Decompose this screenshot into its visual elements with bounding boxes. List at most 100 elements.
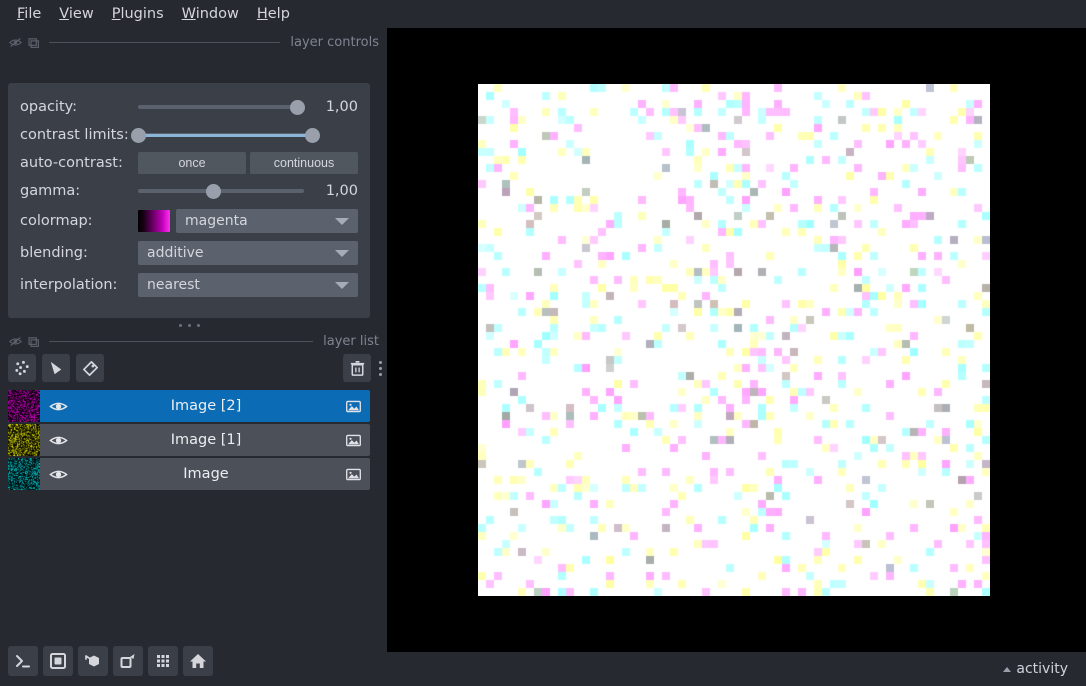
trash-icon bbox=[350, 360, 364, 376]
interpolation-label: interpolation: bbox=[20, 277, 118, 293]
image-icon bbox=[345, 400, 361, 412]
square-2d-icon bbox=[50, 653, 66, 669]
contrast-limits-high-handle[interactable] bbox=[305, 127, 320, 143]
colormap-row: colormap: magenta bbox=[20, 205, 358, 237]
dock-splitter-handle[interactable] bbox=[8, 319, 370, 331]
layer-thumbnail bbox=[8, 390, 40, 422]
layer-name: Image [1] bbox=[170, 432, 242, 448]
gamma-slider[interactable] bbox=[138, 181, 304, 201]
image-icon bbox=[345, 468, 361, 480]
colormap-label: colormap: bbox=[20, 213, 93, 229]
kebab-dot bbox=[378, 360, 382, 364]
eye-icon bbox=[48, 470, 68, 478]
layer-list-titlebar: layer list bbox=[0, 331, 387, 351]
viewer-canvas[interactable] bbox=[387, 28, 1086, 652]
auto-contrast-label: auto-contrast: bbox=[20, 155, 123, 171]
new-shapes-layer-button[interactable] bbox=[42, 354, 70, 382]
menu-bar: File View Plugins Window Help bbox=[0, 0, 1086, 28]
titlebar-rule bbox=[49, 41, 281, 43]
interpolation-combobox[interactable]: nearest bbox=[138, 273, 358, 297]
menu-file[interactable]: File bbox=[8, 4, 50, 24]
auto-contrast-once-button[interactable]: once bbox=[138, 152, 246, 174]
napari-main-window: File View Plugins Window Help layer cont… bbox=[0, 0, 1086, 686]
roll-cube-icon bbox=[85, 655, 99, 667]
menu-window[interactable]: Window bbox=[173, 4, 248, 24]
layer-visibility-toggle[interactable] bbox=[40, 431, 76, 450]
menu-help[interactable]: Help bbox=[248, 4, 299, 24]
image-layer-type-icon bbox=[336, 432, 370, 449]
image-layer-render[interactable] bbox=[478, 84, 990, 596]
layer-row[interactable]: Image bbox=[8, 458, 370, 490]
blending-value: additive bbox=[147, 245, 204, 261]
gamma-track bbox=[138, 189, 304, 193]
layer-list-title: layer list bbox=[323, 333, 379, 349]
opacity-handle[interactable] bbox=[290, 99, 306, 115]
opacity-track bbox=[138, 105, 304, 109]
roll-dims-button[interactable] bbox=[78, 646, 108, 676]
grid-icon bbox=[157, 655, 169, 667]
layer-name: Image [2] bbox=[170, 398, 242, 414]
layer-list-overflow-menu[interactable] bbox=[373, 354, 387, 382]
eye-icon bbox=[48, 436, 68, 444]
colormap-combobox[interactable]: magenta bbox=[176, 209, 358, 233]
menu-plugins[interactable]: Plugins bbox=[103, 4, 173, 24]
image-layer-type-icon bbox=[336, 466, 370, 483]
image-icon bbox=[345, 434, 361, 446]
contrast-limits-low-handle[interactable] bbox=[131, 127, 146, 143]
layer-row[interactable]: Image [1] bbox=[8, 424, 370, 456]
colormap-value: magenta bbox=[185, 213, 248, 229]
viewer-buttons bbox=[8, 646, 218, 676]
contrast-limits-slider[interactable] bbox=[131, 125, 320, 145]
opacity-label: opacity: bbox=[20, 99, 78, 115]
new-points-layer-button[interactable] bbox=[8, 354, 36, 382]
delete-layer-button[interactable] bbox=[343, 354, 371, 382]
gamma-handle[interactable] bbox=[205, 183, 221, 199]
float-dock-icon[interactable] bbox=[9, 335, 22, 348]
titlebar-rule bbox=[49, 340, 314, 342]
auto-contrast-row: auto-contrast: once continuous bbox=[20, 149, 358, 177]
home-button[interactable] bbox=[183, 646, 213, 676]
close-dock-icon[interactable] bbox=[27, 335, 40, 348]
colormap-swatch bbox=[138, 210, 170, 232]
splitter-dot bbox=[178, 323, 182, 327]
eye-icon bbox=[48, 402, 68, 410]
home-icon bbox=[190, 654, 206, 668]
console-button[interactable] bbox=[8, 646, 38, 676]
shapes-icon bbox=[50, 361, 61, 374]
contrast-limits-range bbox=[138, 133, 312, 137]
splitter-dot bbox=[196, 323, 200, 327]
layer-controls-title: layer controls bbox=[290, 34, 379, 50]
grid-view-button[interactable] bbox=[148, 646, 178, 676]
opacity-value: 1,00 bbox=[325, 99, 358, 115]
chevron-up-icon bbox=[1003, 666, 1012, 672]
blending-row: blending: additive bbox=[20, 237, 358, 269]
transpose-icon bbox=[120, 654, 135, 668]
kebab-dot bbox=[378, 372, 382, 376]
points-icon bbox=[14, 360, 29, 375]
auto-contrast-continuous-button[interactable]: continuous bbox=[250, 152, 358, 174]
gamma-row: gamma: 1,00 bbox=[20, 177, 358, 205]
ndisplay-button[interactable] bbox=[43, 646, 73, 676]
gamma-value: 1,00 bbox=[325, 183, 358, 199]
labels-icon bbox=[82, 360, 98, 376]
transpose-dims-button[interactable] bbox=[113, 646, 143, 676]
layer-row[interactable]: Image [2] bbox=[8, 390, 370, 422]
blending-combobox[interactable]: additive bbox=[138, 241, 358, 265]
close-dock-icon[interactable] bbox=[27, 36, 40, 49]
layer-thumbnail bbox=[8, 458, 40, 490]
menu-view[interactable]: View bbox=[50, 4, 102, 24]
kebab-dot bbox=[378, 366, 382, 370]
layer-list-toolbar bbox=[8, 353, 387, 383]
layer-controls-panel: opacity: 1,00 contrast limits: auto-cont… bbox=[8, 83, 370, 318]
layer-visibility-toggle[interactable] bbox=[40, 465, 76, 484]
float-dock-icon[interactable] bbox=[9, 36, 22, 49]
new-labels-layer-button[interactable] bbox=[76, 354, 104, 382]
opacity-row: opacity: 1,00 bbox=[20, 93, 358, 121]
chevron-down-icon bbox=[335, 217, 349, 225]
opacity-slider[interactable] bbox=[138, 97, 306, 117]
blending-label: blending: bbox=[20, 245, 88, 261]
layer-visibility-toggle[interactable] bbox=[40, 397, 76, 416]
contrast-limits-row: contrast limits: bbox=[20, 121, 358, 149]
activity-button[interactable]: activity bbox=[1016, 661, 1068, 677]
layer-controls-titlebar: layer controls bbox=[0, 32, 387, 52]
